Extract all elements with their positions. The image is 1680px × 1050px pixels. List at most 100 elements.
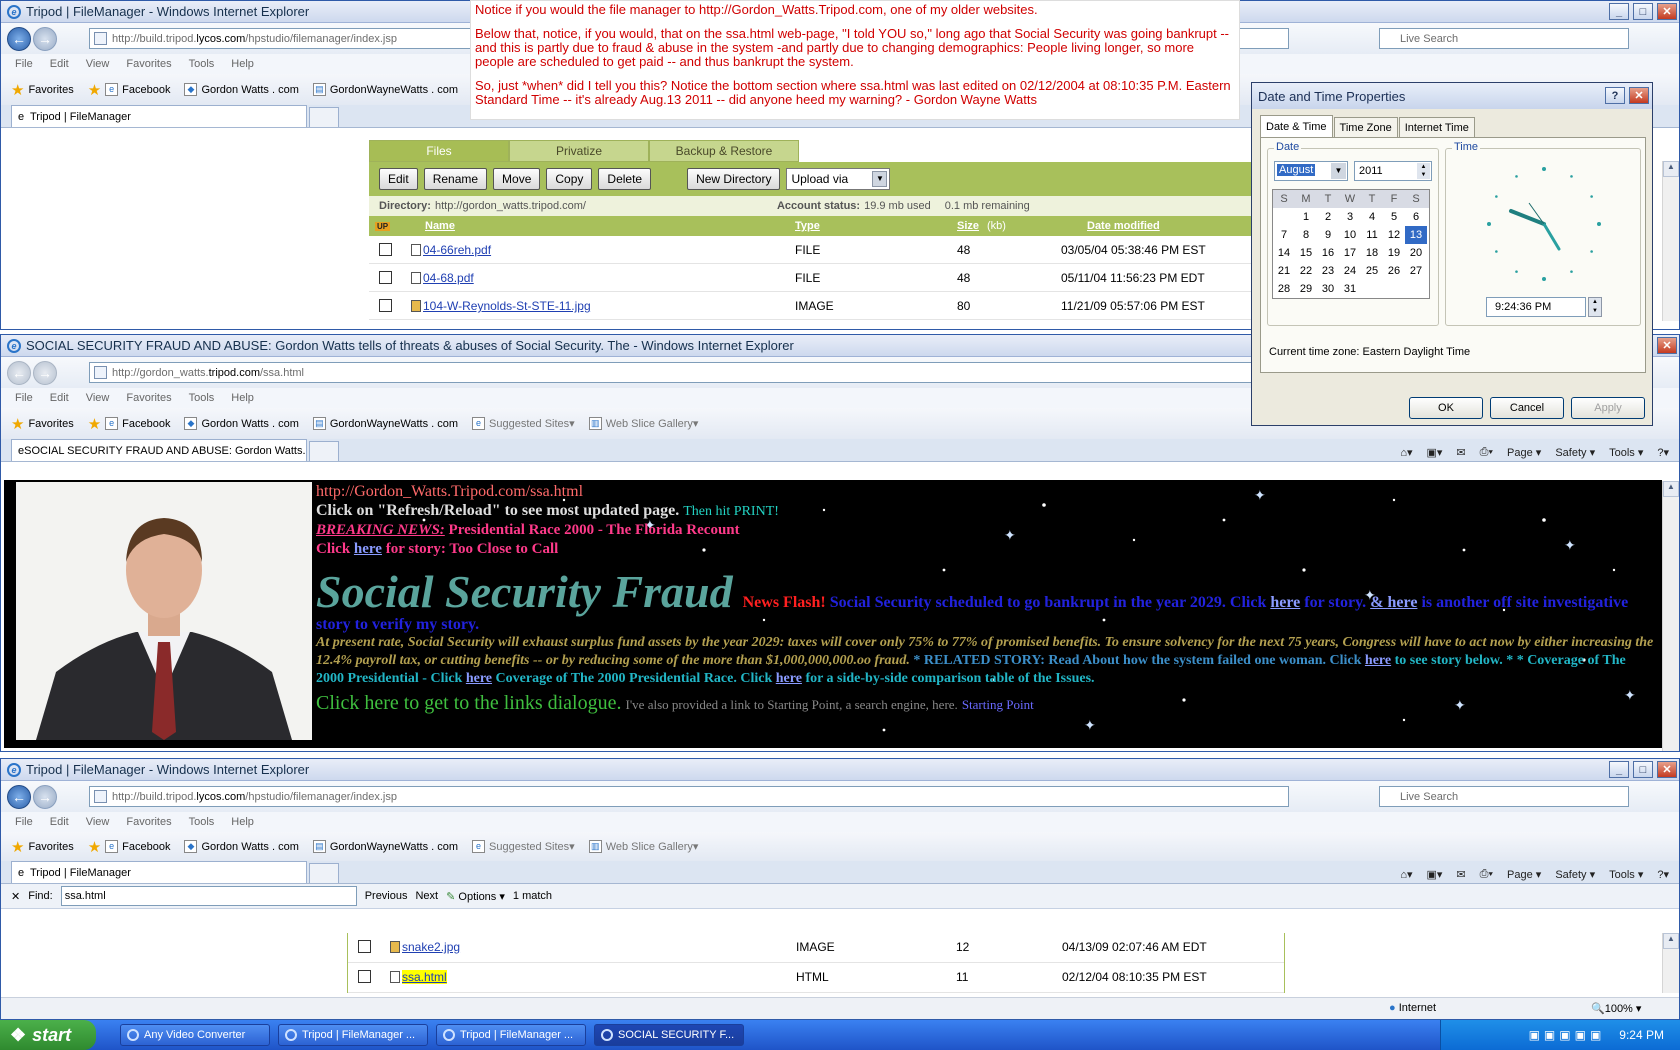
close-button[interactable]: ✕ (1657, 761, 1677, 778)
calendar-day[interactable]: 12 (1383, 226, 1405, 244)
copy-button[interactable]: Copy (546, 168, 593, 190)
menu-tools[interactable]: Tools (189, 392, 215, 404)
page-menu[interactable]: Page ▾ (1507, 868, 1541, 881)
row-checkbox[interactable] (379, 271, 392, 284)
vertical-scrollbar[interactable]: ▲ (1662, 161, 1679, 321)
calendar-day[interactable]: 10 (1339, 226, 1361, 244)
forward-button[interactable]: → (33, 360, 57, 385)
safety-menu[interactable]: Safety ▾ (1555, 446, 1595, 459)
ok-button[interactable]: OK (1409, 397, 1483, 419)
col-size[interactable]: Size (957, 220, 979, 232)
time-input[interactable]: 9:24:36 PM (1486, 297, 1586, 317)
move-button[interactable]: Move (493, 168, 541, 190)
table-row[interactable]: 04-68.pdf FILE 48 05/11/04 11:56:23 PM E… (369, 264, 1251, 292)
calendar-day[interactable]: 7 (1273, 226, 1295, 244)
file-link[interactable]: 04-68.pdf (423, 271, 474, 285)
taskbar-item[interactable]: SOCIAL SECURITY F... (594, 1024, 744, 1046)
calendar-day[interactable]: 14 (1273, 244, 1295, 262)
start-button[interactable]: ❖ start (0, 1020, 96, 1050)
fav-gordonwaynewatts[interactable]: ▤ GordonWayneWatts . com (312, 83, 458, 96)
menu-view[interactable]: View (86, 816, 110, 828)
here-link[interactable]: here (1365, 653, 1391, 668)
taskbar-item[interactable]: Any Video Converter (120, 1024, 270, 1046)
new-tab-button[interactable] (309, 863, 339, 883)
calendar-day[interactable]: 16 (1317, 244, 1339, 262)
calendar-day[interactable]: 25 (1361, 262, 1383, 280)
col-name[interactable]: Name (425, 220, 455, 232)
menu-edit[interactable]: Edit (50, 816, 69, 828)
calendar-day[interactable]: 29 (1295, 280, 1317, 298)
time-spin-icon[interactable]: ▲ ▼ (1588, 297, 1602, 317)
apply-button[interactable]: Apply (1571, 397, 1645, 419)
print-icon[interactable]: ⎙▾ (1480, 868, 1493, 881)
address-bar[interactable]: http://build.tripod. lycos.com/hpstudio/f… (89, 786, 1289, 807)
forward-button[interactable]: → (33, 26, 57, 51)
calendar-day[interactable]: 31 (1339, 280, 1361, 298)
calendar-day[interactable]: 6 (1405, 208, 1427, 226)
upload-select[interactable]: Upload via ▼ (786, 168, 891, 190)
menu-tools[interactable]: Tools (189, 816, 215, 828)
col-type[interactable]: Type (795, 220, 820, 232)
calendar-day[interactable]: 21 (1273, 262, 1295, 280)
row-checkbox[interactable] (358, 970, 371, 983)
calendar-day[interactable]: 3 (1339, 208, 1361, 226)
col-date[interactable]: Date modified (1087, 220, 1160, 232)
mail-icon[interactable]: ✉ (1456, 868, 1465, 881)
tab-filemanager[interactable]: e Tripod | FileManager (11, 861, 307, 883)
fav-gordonwatts[interactable]: ◆ Gordon Watts . com (184, 840, 299, 853)
calendar-day[interactable]: 26 (1383, 262, 1405, 280)
feeds-icon[interactable]: ▣▾ (1426, 446, 1442, 459)
help-button[interactable]: ? (1605, 87, 1625, 104)
tab-internet-time[interactable]: Internet Time (1398, 117, 1475, 137)
file-link[interactable]: 04-66reh.pdf (423, 243, 491, 257)
calendar-day[interactable]: 18 (1361, 244, 1383, 262)
tab-backup-restore[interactable]: Backup & Restore (649, 140, 799, 162)
year-spinner[interactable]: 2011 ▲ ▼ (1354, 161, 1432, 181)
menu-help[interactable]: Help (231, 58, 254, 70)
tools-menu[interactable]: Tools ▾ (1609, 868, 1643, 881)
links-dialogue-link[interactable]: Click here to get to the links dialogue. (316, 692, 622, 714)
forward-button[interactable]: → (33, 784, 57, 809)
fav-suggested-sites[interactable]: e Suggested Sites ▾ (472, 840, 575, 853)
favorites-button[interactable]: ★ Favorites (11, 415, 74, 433)
table-row[interactable]: ssa.html HTML 11 02/12/04 08:10:35 PM ES… (348, 963, 1284, 993)
minimize-button[interactable]: _ (1609, 3, 1629, 20)
close-button[interactable]: ✕ (1657, 337, 1677, 354)
window-titlebar[interactable]: e Tripod | FileManager - Windows Interne… (1, 759, 1679, 781)
new-tab-button[interactable] (309, 441, 339, 461)
menu-edit[interactable]: Edit (50, 392, 69, 404)
fav-gordonwatts[interactable]: ◆ Gordon Watts . com (184, 417, 299, 430)
back-button[interactable]: ← (7, 784, 31, 809)
calendar-day[interactable]: 4 (1361, 208, 1383, 226)
tab-files[interactable]: Files (369, 140, 509, 162)
rename-button[interactable]: Rename (423, 168, 488, 190)
minimize-button[interactable]: _ (1609, 761, 1629, 778)
favorites-button[interactable]: ★ Favorites (11, 838, 74, 856)
fav-gordonwaynewatts[interactable]: ▤ GordonWayneWatts . com (312, 417, 458, 430)
dialog-titlebar[interactable]: Date and Time Properties (1252, 83, 1652, 109)
calendar-day[interactable]: 2 (1317, 208, 1339, 226)
find-options-button[interactable]: ✎ Options ▾ (446, 890, 505, 903)
file-link[interactable]: ssa.html (402, 970, 447, 984)
menu-favorites[interactable]: Favorites (126, 392, 171, 404)
new-tab-button[interactable] (309, 107, 339, 127)
table-row[interactable]: 104-W-Reynolds-St-STE-11.jpg IMAGE 80 11… (369, 292, 1251, 320)
tab-filemanager[interactable]: e Tripod | FileManager (11, 105, 307, 127)
calendar-day[interactable]: 1 (1295, 208, 1317, 226)
calendar-day[interactable]: 13 (1405, 226, 1427, 244)
favorites-button[interactable]: ★ Favorites (11, 81, 74, 99)
feeds-icon[interactable]: ▣▾ (1426, 868, 1442, 881)
back-button[interactable]: ← (7, 26, 31, 51)
back-button[interactable]: ← (7, 360, 31, 385)
calendar-day[interactable]: 30 (1317, 280, 1339, 298)
tray-icons[interactable]: ▣▣▣▣▣ (1529, 1028, 1606, 1042)
vertical-scrollbar[interactable]: ▲ (1662, 481, 1679, 751)
calendar-day[interactable]: 19 (1383, 244, 1405, 262)
calendar-day[interactable]: 5 (1383, 208, 1405, 226)
calendar-day[interactable]: 22 (1295, 262, 1317, 280)
edit-button[interactable]: Edit (379, 168, 418, 190)
mail-icon[interactable]: ✉ (1456, 446, 1465, 459)
maximize-button[interactable]: □ (1633, 761, 1653, 778)
tools-menu[interactable]: Tools ▾ (1609, 446, 1643, 459)
menu-view[interactable]: View (86, 58, 110, 70)
